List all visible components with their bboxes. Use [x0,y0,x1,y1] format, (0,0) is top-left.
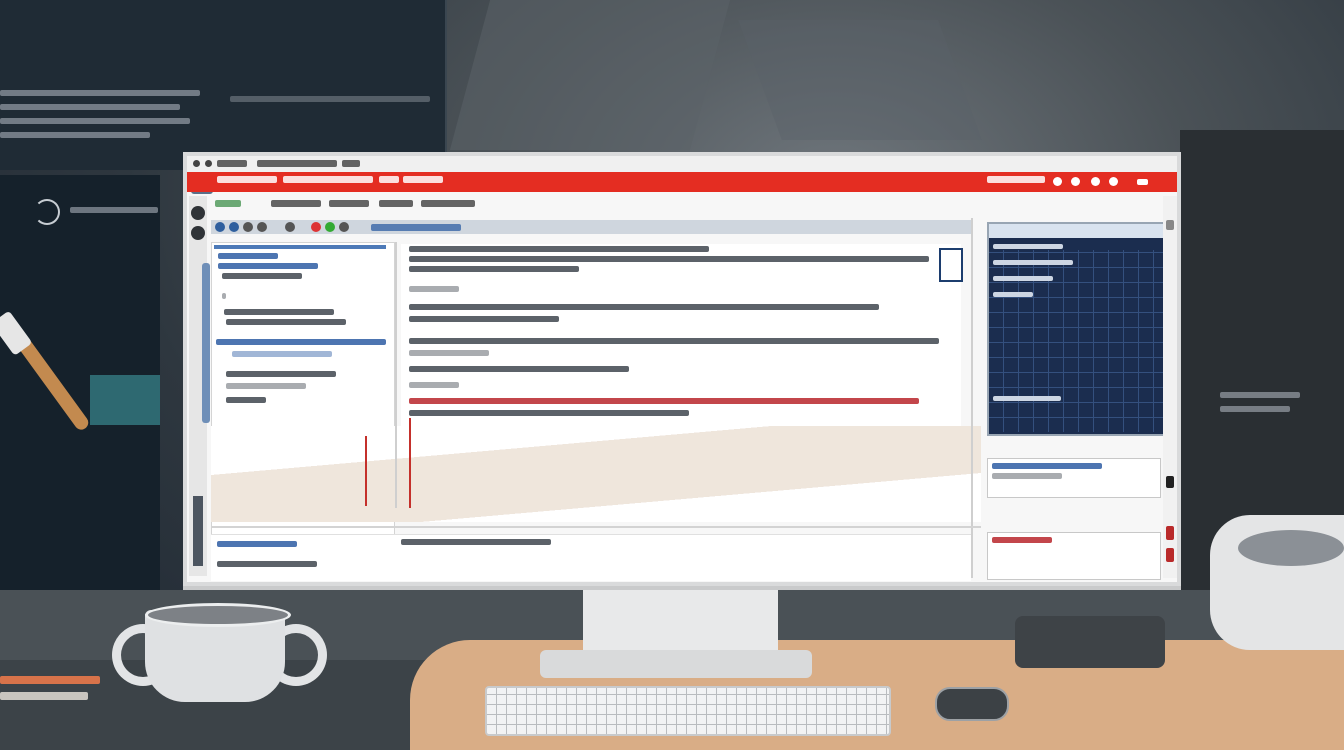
icon-bar [211,220,971,234]
tool-icon[interactable] [215,222,225,232]
chart-strip [211,426,981,522]
tool-icon[interactable] [325,222,335,232]
tool-icon[interactable] [229,222,239,232]
pencil [0,676,100,684]
bowl-inner [1238,530,1344,566]
background-panel [0,175,160,605]
info-box [987,458,1161,498]
tool-icon[interactable] [257,222,267,232]
mouse [935,687,1009,721]
toolbar [211,196,1161,214]
title-bar [187,156,1177,172]
desk-scene [0,0,1344,750]
pencil [0,692,88,700]
chart-marker [365,436,367,506]
gear-icon[interactable] [191,226,205,240]
mug-rim [145,603,291,627]
menu-bar [187,172,1177,192]
corner-icon[interactable] [939,248,963,282]
menu-icon[interactable] [1091,177,1100,186]
tray [1015,616,1165,668]
tool-icon[interactable] [243,222,253,232]
chart-marker [409,418,411,508]
monitor-screen [183,152,1181,586]
scrollbar[interactable] [202,263,210,423]
keyboard [485,686,891,736]
tool-icon[interactable] [339,222,349,232]
status-panel [211,534,971,581]
tool-icon[interactable] [285,222,295,232]
monitor-base [540,650,812,678]
close-icon[interactable] [1137,179,1148,185]
background-window [0,0,447,170]
side-strip [1163,196,1177,578]
properties-panel [987,222,1169,436]
info-box [987,532,1161,580]
menu-icon[interactable] [1109,177,1118,186]
tool-icon[interactable] [311,222,321,232]
circle-icon [34,199,60,225]
home-icon[interactable] [191,206,205,220]
wall-shape [449,0,731,150]
menu-icon[interactable] [1071,177,1080,186]
menu-icon[interactable] [1053,177,1062,186]
